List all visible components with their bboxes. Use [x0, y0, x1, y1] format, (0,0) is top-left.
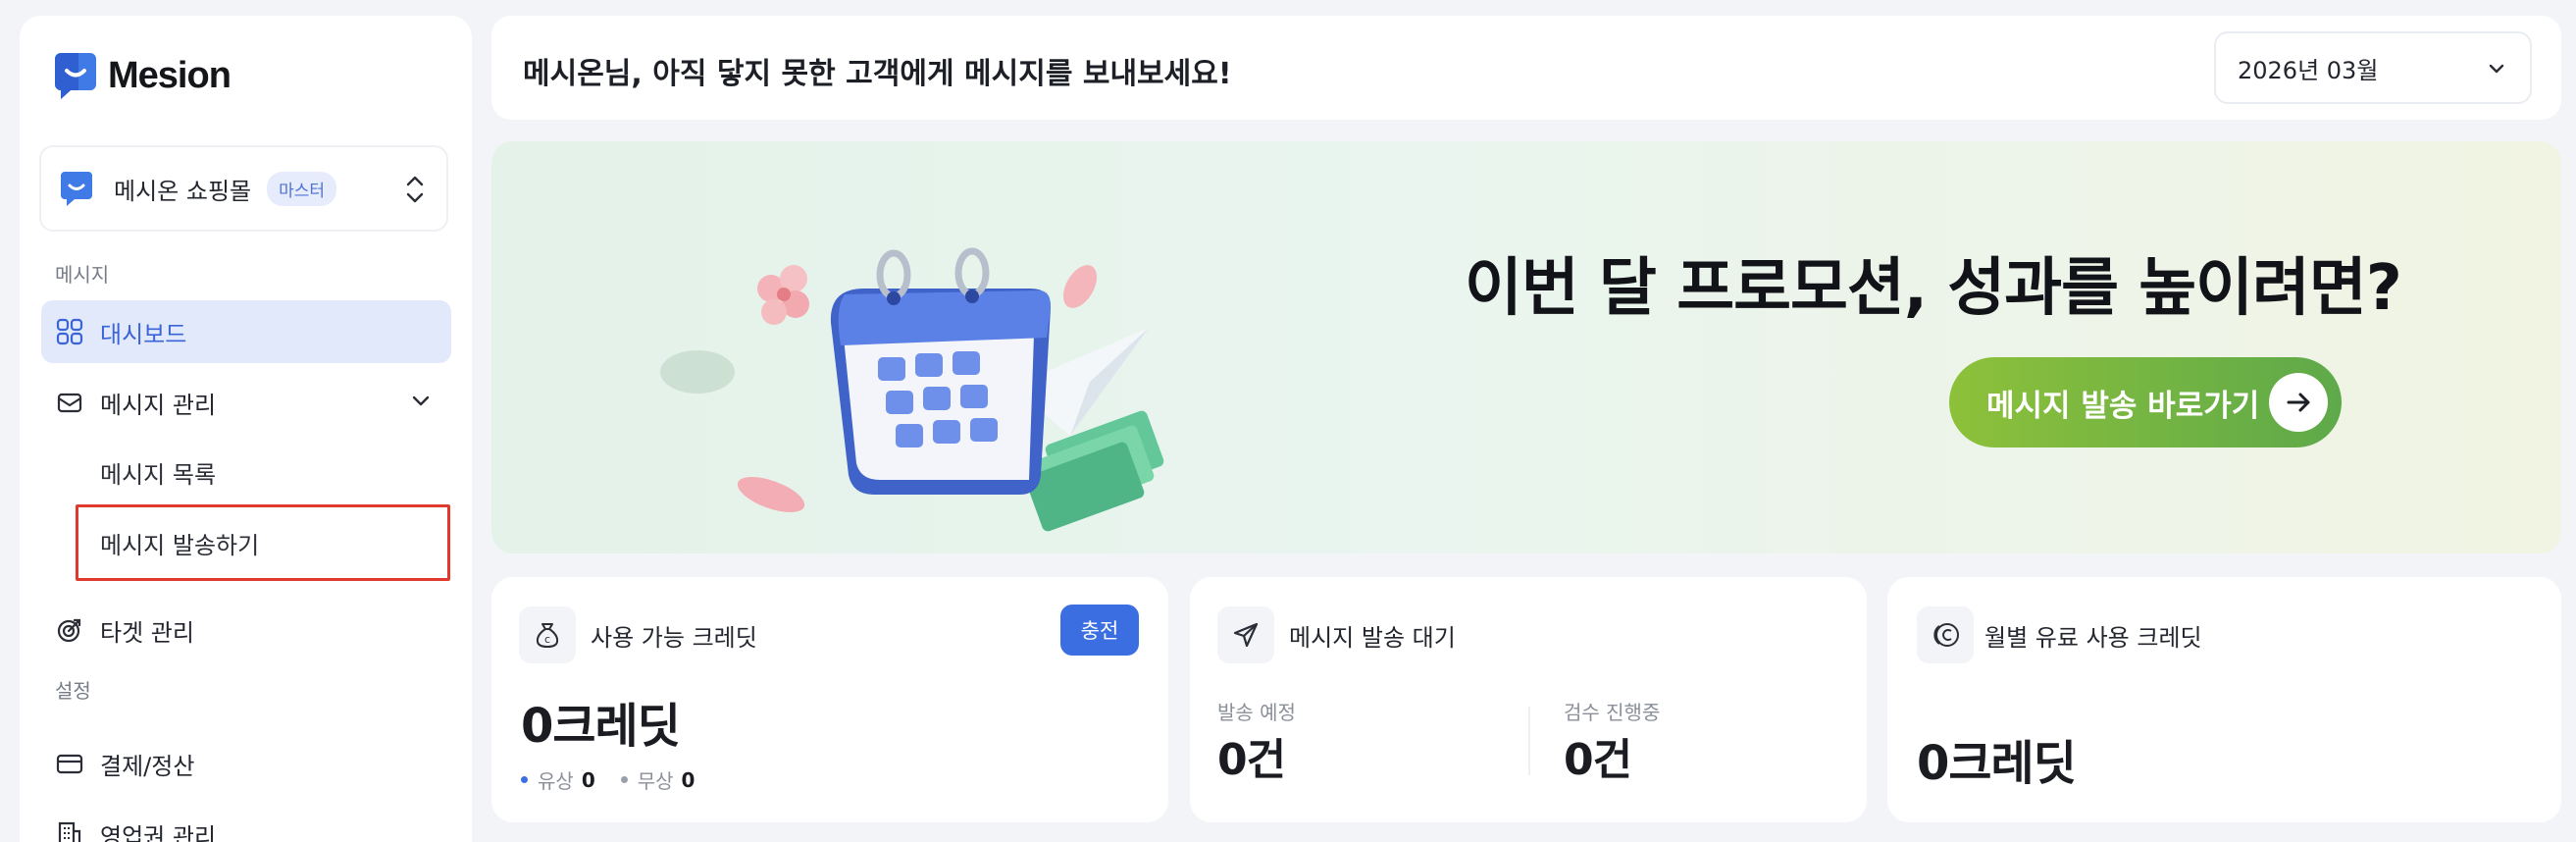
review-label: 검수 진행중	[1564, 701, 1661, 724]
mesion-logo-icon	[55, 53, 96, 99]
sidebar-item-billing[interactable]: 결제/정산	[41, 732, 451, 795]
brand-name: Mesion	[108, 54, 232, 96]
mail-icon	[55, 388, 84, 417]
free-label: 무상	[637, 769, 674, 793]
available-credit-value: 0크레딧	[521, 699, 681, 754]
sidebar-subitem-message-list[interactable]: 메시지 목록	[100, 455, 216, 490]
review-value: 0건	[1564, 735, 1632, 785]
sidebar-item-label: 결제/정산	[100, 752, 195, 780]
divider	[1528, 707, 1530, 775]
send-icon	[1217, 606, 1274, 663]
building-icon	[55, 819, 84, 842]
calendar-illustration	[660, 247, 1164, 532]
greeting-text: 메시온님, 아직 닿지 못한 고객에게 메시지를 보내보세요!	[523, 57, 1232, 91]
chevron-up-down-icon	[406, 176, 424, 203]
pending-messages-card: 메시지 발송 대기 발송 예정 0건 검수 진행중 0건	[1190, 577, 1867, 822]
paid-label: 유상	[538, 769, 574, 793]
month-select-value: 2026년 03월	[2238, 56, 2379, 84]
card-title: 사용 가능 크레딧	[591, 624, 757, 652]
money-bag-icon: c	[519, 606, 576, 663]
workspace-name: 메시온 쇼핑몰	[114, 177, 252, 205]
workspace-switcher[interactable]: 메시온 쇼핑몰 마스터	[39, 145, 448, 232]
sidebar: Mesion 메시온 쇼핑몰 마스터 메시지 대시보드 메시지 관리 메시지 목…	[20, 16, 472, 842]
chevron-down-icon	[2489, 64, 2504, 74]
svg-text:c: c	[544, 633, 550, 646]
paid-value: 0	[581, 767, 595, 792]
sidebar-item-business[interactable]: 영업권 관리	[41, 803, 451, 842]
card-title: 메시지 발송 대기	[1289, 624, 1456, 652]
target-icon	[55, 615, 84, 645]
section-label-settings: 설정	[55, 679, 91, 703]
copyright-coin-icon	[1917, 606, 1974, 663]
send-message-cta-button[interactable]: 메시지 발송 바로가기	[1949, 357, 2342, 447]
top-bar: 메시온님, 아직 닿지 못한 고객에게 메시지를 보내보세요! 2026년 03…	[491, 16, 2561, 120]
paid-dot	[521, 776, 528, 783]
charge-button[interactable]: 충전	[1060, 605, 1139, 656]
sidebar-item-label: 대시보드	[100, 320, 187, 348]
card-title: 월별 유료 사용 크레딧	[1984, 624, 2202, 652]
sidebar-item-message-manage[interactable]: 메시지 관리	[41, 371, 451, 434]
sidebar-item-label: 메시지 관리	[100, 391, 217, 419]
banner-title: 이번 달 프로모션, 성과를 높이려면?	[1465, 252, 2402, 325]
role-badge: 마스터	[267, 171, 337, 206]
sidebar-item-label: 타겟 관리	[100, 618, 194, 647]
sidebar-item-label: 영업권 관리	[100, 822, 217, 842]
monthly-credit-card: 월별 유료 사용 크레딧 0크레딧	[1887, 577, 2561, 822]
arrow-right-icon	[2269, 373, 2328, 432]
month-select[interactable]: 2026년 03월	[2214, 31, 2532, 104]
scheduled-value: 0건	[1217, 735, 1286, 785]
credit-card: c 사용 가능 크레딧 충전 0크레딧 유상 0 무상 0	[491, 577, 1168, 822]
free-dot	[620, 776, 628, 783]
free-value: 0	[681, 767, 696, 792]
workspace-logo-icon	[61, 172, 92, 206]
card-icon	[55, 749, 84, 778]
credit-breakdown: 유상 0 무상 0	[521, 765, 720, 794]
flower-icon	[757, 265, 809, 325]
monthly-credit-value: 0크레딧	[1917, 736, 2077, 791]
section-label-message: 메시지	[55, 263, 110, 287]
sidebar-item-dashboard[interactable]: 대시보드	[41, 300, 451, 363]
cta-label: 메시지 발송 바로가기	[1986, 388, 2260, 424]
sidebar-item-target-manage[interactable]: 타겟 관리	[41, 599, 451, 661]
highlight-box	[76, 504, 450, 581]
chevron-down-icon	[412, 395, 430, 406]
scheduled-label: 발송 예정	[1217, 701, 1296, 724]
grid-icon	[55, 317, 84, 346]
calendar-icon	[830, 247, 1051, 495]
promo-banner[interactable]: 이번 달 프로모션, 성과를 높이려면? 메시지 발송 바로가기	[491, 141, 2561, 553]
brand-logo[interactable]: Mesion	[53, 49, 232, 102]
